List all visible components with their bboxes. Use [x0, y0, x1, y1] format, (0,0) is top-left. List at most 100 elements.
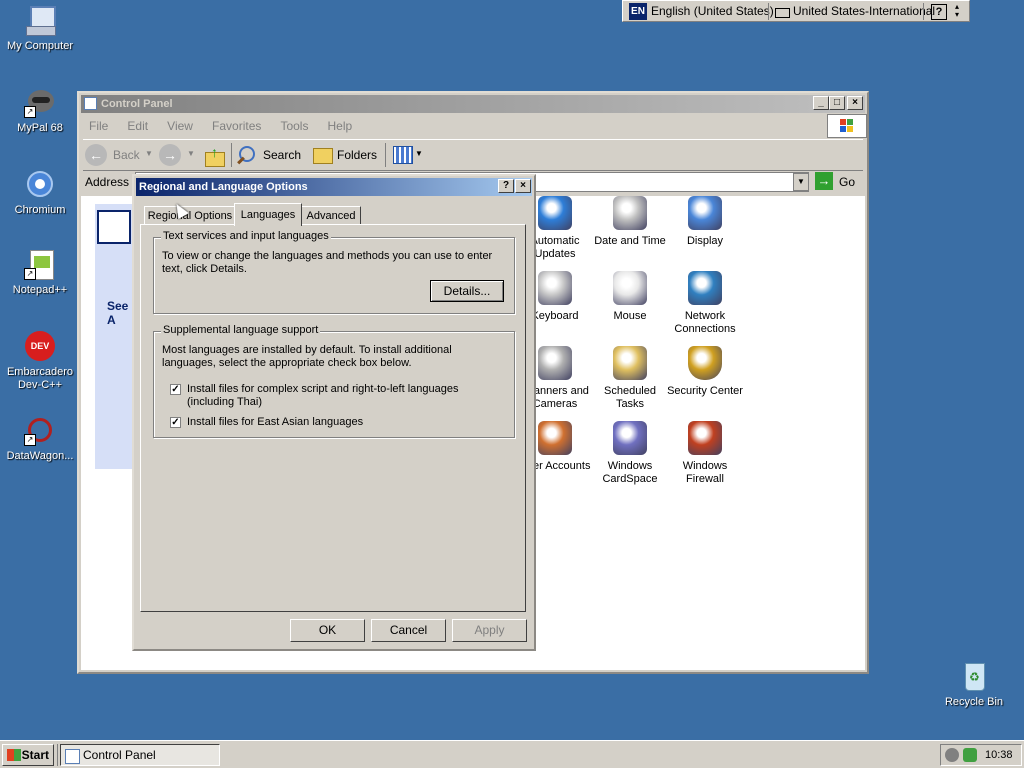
- tab-regional-options[interactable]: Regional Options: [144, 206, 236, 225]
- scanner-icon: [538, 346, 572, 380]
- chevron-down-icon[interactable]: ▼: [145, 149, 153, 158]
- raccoon-icon: ↗: [24, 86, 56, 118]
- help-button[interactable]: ?: [498, 179, 514, 193]
- menu-bar: File Edit View Favorites Tools Help: [89, 119, 368, 133]
- cp-item-label: Mouse: [613, 310, 647, 322]
- folders-button[interactable]: Folders: [311, 144, 381, 166]
- control-panel-icon: [65, 749, 80, 764]
- cp-item-label: Network Connections: [674, 310, 736, 335]
- control-panel-titlebar[interactable]: Control Panel: [81, 95, 865, 113]
- views-button[interactable]: ▼: [391, 144, 425, 166]
- go-button[interactable]: → Go: [815, 172, 859, 192]
- cp-item-scheduled-tasks[interactable]: Scheduled Tasks: [590, 346, 670, 411]
- users-icon: [538, 421, 572, 455]
- see-also-heading: See A: [107, 299, 129, 327]
- dialog-close-button[interactable]: ×: [515, 179, 531, 193]
- help-icon[interactable]: ?: [931, 4, 947, 20]
- ok-button[interactable]: OK: [290, 619, 365, 642]
- language-bar: EN English (United States) United States…: [622, 0, 970, 22]
- toolbar-separator: [385, 143, 386, 167]
- close-button[interactable]: ×: [847, 96, 863, 110]
- langbar-divider: [768, 3, 769, 20]
- desktop-icon-recycle-bin[interactable]: ♻ Recycle Bin: [934, 660, 1014, 709]
- go-arrow-icon: →: [815, 172, 833, 190]
- mouse-icon: [613, 271, 647, 305]
- keyboard-icon: [538, 271, 572, 305]
- desktop-icon-devcpp[interactable]: DEV Embarcadero Dev-C++: [0, 330, 80, 392]
- task-pane: See A: [95, 204, 135, 469]
- text-services-group: Text services and input languages To vie…: [153, 230, 515, 314]
- cp-item-label: Windows Firewall: [682, 460, 728, 485]
- cp-item-mouse[interactable]: Mouse: [590, 271, 670, 323]
- menu-view[interactable]: View: [167, 119, 193, 133]
- back-arrow-icon: ←: [85, 144, 107, 166]
- menu-file[interactable]: File: [89, 119, 108, 133]
- langbar-options-icon[interactable]: ▴ ▾: [955, 3, 959, 19]
- clock[interactable]: 10:38: [985, 749, 1013, 761]
- system-tray: 10:38: [940, 744, 1022, 766]
- shield-icon: [688, 346, 722, 380]
- network-icon: [688, 271, 722, 305]
- menu-edit[interactable]: Edit: [127, 119, 148, 133]
- toolbar-separator: [231, 143, 232, 167]
- complex-script-label[interactable]: Install files for complex script and rig…: [187, 383, 507, 409]
- windows-flag-icon: [7, 749, 21, 761]
- tray-security-icon[interactable]: [945, 748, 959, 762]
- menu-tools[interactable]: Tools: [280, 119, 308, 133]
- cardspace-icon: [613, 421, 647, 455]
- dialog-titlebar[interactable]: Regional and Language Options: [136, 178, 532, 196]
- minimize-button[interactable]: _: [813, 96, 829, 110]
- views-icon: [393, 146, 413, 164]
- search-button[interactable]: Search: [237, 144, 305, 166]
- keyboard-selector[interactable]: United States-International: [793, 3, 935, 20]
- desktop-icon-my-computer[interactable]: My Computer: [0, 4, 80, 53]
- tray-network-icon[interactable]: [963, 748, 977, 762]
- east-asian-label[interactable]: Install files for East Asian languages: [187, 416, 363, 428]
- apply-button[interactable]: Apply: [452, 619, 527, 642]
- cp-item-windows-firewall[interactable]: Windows Firewall: [665, 421, 745, 486]
- taskbar-control-panel[interactable]: Control Panel: [60, 744, 220, 766]
- tab-languages[interactable]: Languages: [234, 203, 302, 226]
- windows-logo-icon: [827, 114, 867, 138]
- cp-item-windows-cardspace[interactable]: Windows CardSpace: [590, 421, 670, 486]
- desktop-icon-datawagon[interactable]: ↗ DataWagon...: [0, 414, 80, 463]
- desktop-icon-chromium[interactable]: Chromium: [0, 168, 80, 217]
- datawagon-icon: ↗: [24, 414, 56, 446]
- shortcut-arrow-icon: ↗: [24, 106, 36, 118]
- menu-favorites[interactable]: Favorites: [212, 119, 261, 133]
- desktop-icon-mypal[interactable]: ↗ MyPal 68: [0, 86, 80, 135]
- text-services-description: To view or change the languages and meth…: [162, 250, 493, 275]
- computer-icon: [24, 4, 56, 36]
- recycle-bin-icon: ♻: [958, 660, 990, 692]
- details-button[interactable]: Details...: [430, 280, 504, 302]
- east-asian-checkbox[interactable]: ✓: [170, 417, 181, 428]
- language-selector[interactable]: English (United States): [651, 3, 774, 20]
- menu-help[interactable]: Help: [328, 119, 353, 133]
- language-code-badge[interactable]: EN: [629, 3, 647, 20]
- toolbar: ← Back ▼ → ▼ ↑ Search Folders ▼: [83, 139, 863, 171]
- cancel-button[interactable]: Cancel: [371, 619, 446, 642]
- forward-button[interactable]: →: [159, 144, 181, 166]
- dialog-title: Regional and Language Options: [139, 181, 308, 193]
- cp-item-security-center[interactable]: Security Center: [665, 346, 745, 398]
- chromium-icon: [24, 168, 56, 200]
- supplemental-group: Supplemental language support Most langu…: [153, 324, 515, 438]
- langbar-divider: [923, 3, 924, 20]
- chevron-down-icon[interactable]: ▼: [187, 149, 195, 158]
- cp-item-display[interactable]: Display: [665, 196, 745, 248]
- maximize-button[interactable]: □: [829, 96, 845, 110]
- clock-icon: [613, 196, 647, 230]
- shortcut-arrow-icon: ↗: [24, 434, 36, 446]
- cp-item-network-connections[interactable]: Network Connections: [665, 271, 745, 336]
- firewall-icon: [688, 421, 722, 455]
- shortcut-arrow-icon: ↗: [24, 268, 36, 280]
- complex-script-checkbox[interactable]: ✓: [170, 384, 181, 395]
- tab-advanced[interactable]: Advanced: [301, 206, 361, 225]
- cp-item-label: Windows CardSpace: [602, 460, 658, 485]
- start-button[interactable]: Start: [2, 744, 54, 766]
- back-button[interactable]: ← Back ▼: [85, 144, 153, 166]
- address-dropdown-button[interactable]: ▼: [793, 173, 809, 191]
- cp-item-date-and-time[interactable]: Date and Time: [590, 196, 670, 248]
- up-folder-icon[interactable]: ↑: [203, 144, 225, 167]
- desktop-icon-notepadpp[interactable]: ↗ Notepad++: [0, 248, 80, 297]
